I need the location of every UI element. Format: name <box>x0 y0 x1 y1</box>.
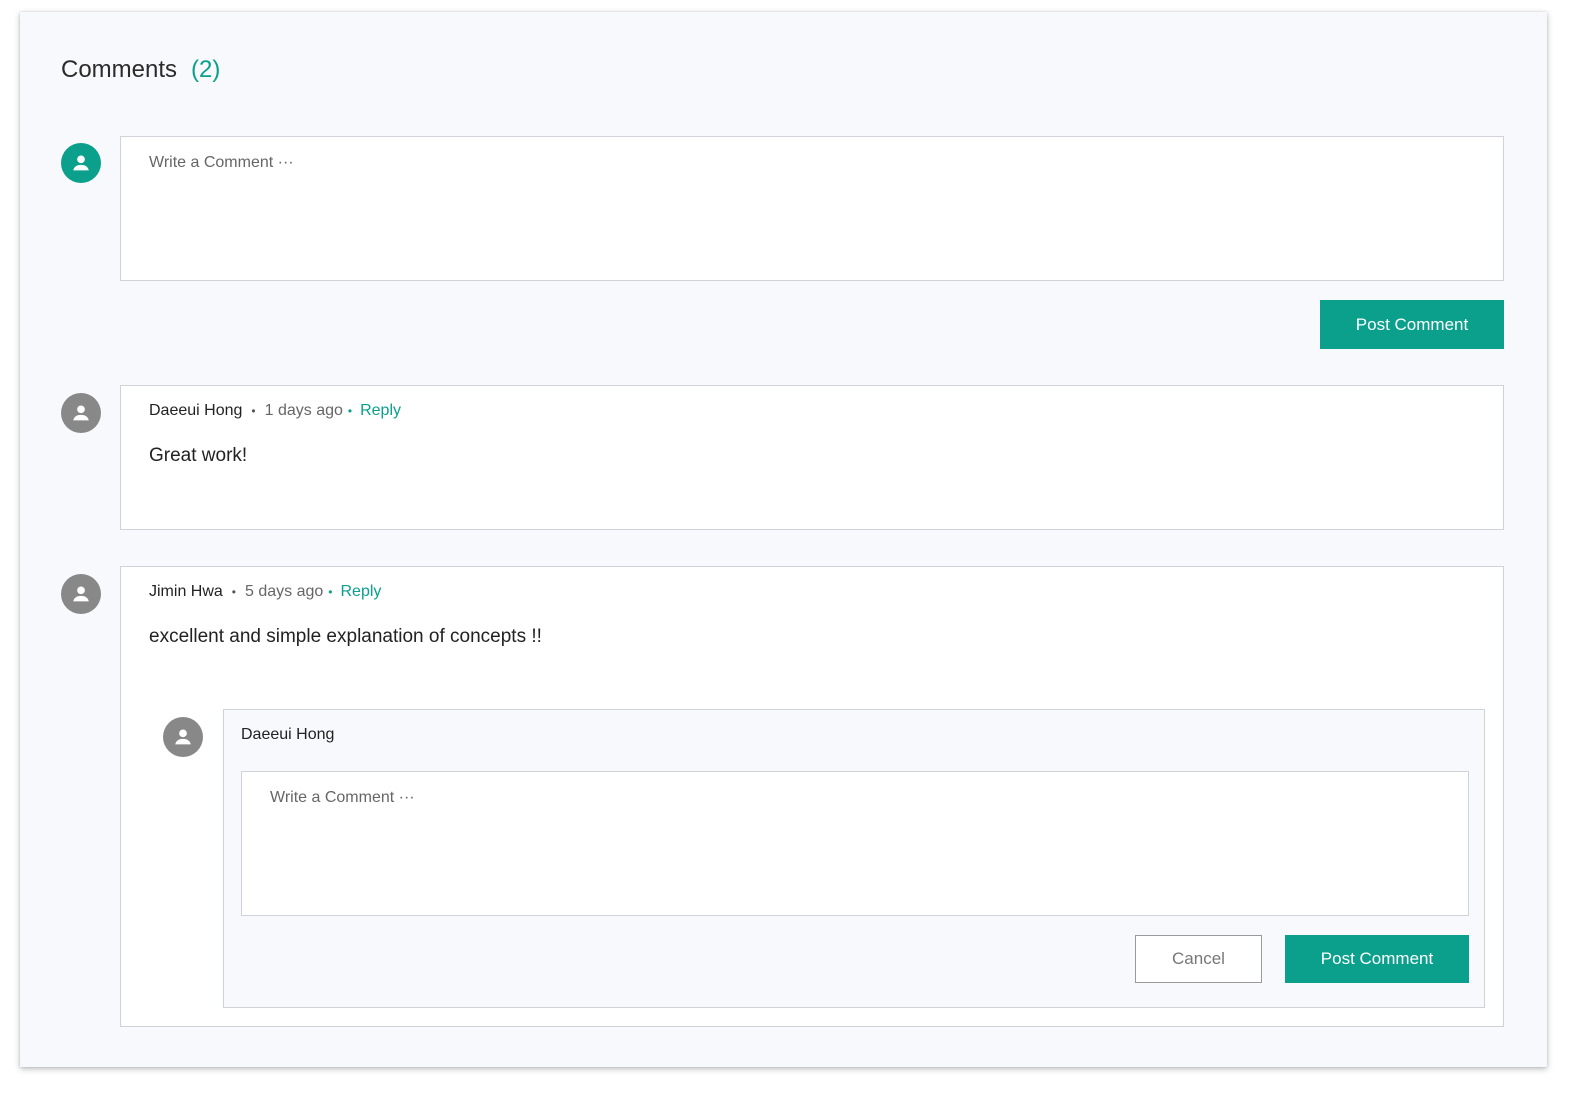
comment-input-placeholder: Write a Comment ··· <box>149 154 294 171</box>
comment-card: Daeeui Hong • 1 days ago • Reply Great w… <box>120 385 1504 530</box>
current-user-avatar <box>61 143 101 183</box>
comment-avatar <box>61 393 101 433</box>
reply-input-placeholder: Write a Comment ··· <box>270 789 415 806</box>
user-avatar-icon <box>73 155 89 171</box>
reply-link[interactable]: Reply <box>360 402 401 420</box>
reply-avatar <box>163 717 203 757</box>
comments-title: Comments <box>61 56 178 83</box>
comment-author: Jimin Hwa <box>149 583 223 600</box>
comment-time: 5 days ago <box>245 583 324 600</box>
post-reply-button[interactable]: Post Comment <box>1285 935 1469 983</box>
comment-avatar <box>61 574 101 614</box>
comment-input[interactable]: Write a Comment ··· <box>120 136 1504 281</box>
comments-panel: Comments (2) Write a Comment ··· Post Com… <box>20 12 1547 1067</box>
comments-header: Comments (2) <box>61 56 220 84</box>
reply-form: Daeeui Hong Write a Comment ··· Cancel P… <box>223 709 1485 1008</box>
reply-input[interactable]: Write a Comment ··· <box>241 771 1469 916</box>
reply-author: Daeeui Hong <box>241 726 335 743</box>
user-avatar-icon <box>73 586 89 602</box>
comment-card: Jimin Hwa • 5 days ago • Reply excellent… <box>120 566 1504 1027</box>
comment-meta: Daeeui Hong • 1 days ago • Reply <box>149 402 401 420</box>
comment-author: Daeeui Hong <box>149 402 243 419</box>
cancel-button[interactable]: Cancel <box>1135 935 1262 983</box>
reply-link[interactable]: Reply <box>340 583 381 601</box>
comment-time: 1 days ago <box>264 402 343 419</box>
comments-count: (2) <box>191 56 221 83</box>
comment-meta: Jimin Hwa • 5 days ago • Reply <box>149 583 381 601</box>
post-comment-button[interactable]: Post Comment <box>1320 300 1504 349</box>
meta-separator: • <box>231 585 236 599</box>
meta-separator: • <box>347 404 353 418</box>
meta-separator: • <box>328 585 333 599</box>
comment-text: excellent and simple explanation of conc… <box>149 626 542 647</box>
user-avatar-icon <box>175 729 191 745</box>
comment-text: Great work! <box>149 445 248 466</box>
user-avatar-icon <box>73 405 89 421</box>
meta-separator: • <box>251 404 256 418</box>
